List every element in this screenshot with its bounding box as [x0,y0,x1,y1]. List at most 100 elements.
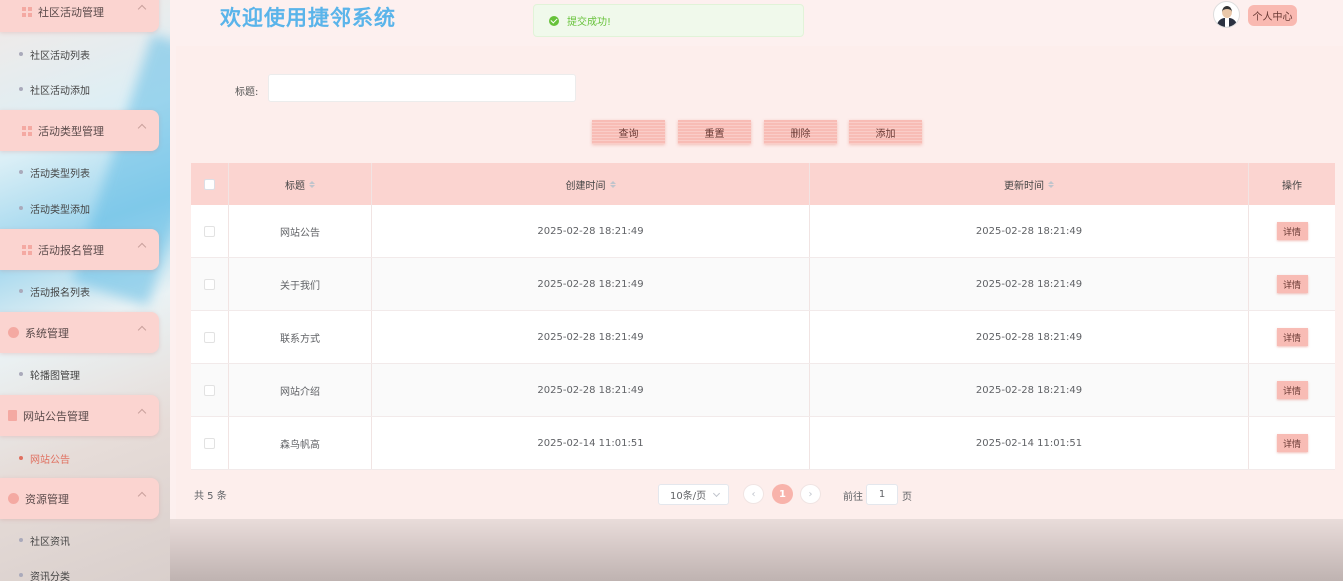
sidebar-group-label: 活动报名管理 [38,243,104,257]
bullet-icon [19,289,23,293]
total-count: 共 5 条 [194,491,227,502]
sidebar-group-label: 资源管理 [25,492,69,506]
updated-cell: 2025-02-28 18:21:49 [810,311,1249,363]
sidebar-item-label: 活动类型列表 [30,168,90,180]
bullet-icon [19,170,23,174]
title-cell: 联系方式 [229,311,372,363]
sort-icon[interactable] [609,180,616,188]
title-search-input[interactable] [268,74,576,102]
page-size-select[interactable]: 10条/页 [658,484,729,505]
detail-button[interactable]: 详情 [1276,222,1308,240]
sidebar-item-label: 资讯分类 [30,571,70,581]
table-row: 网站公告 2025-02-28 18:21:49 2025-02-28 18:2… [191,205,1335,258]
sidebar-item-type-list[interactable]: 活动类型列表 [0,160,159,184]
grid-icon [22,244,32,255]
goto-unit: 页 [902,492,912,503]
toast-message: 提交成功! [567,17,612,28]
title-cell: 网站介绍 [229,364,372,416]
actions-cell: 详情 [1249,417,1335,469]
sidebar-group-label: 网站公告管理 [23,409,89,423]
chevron-up-icon [137,408,147,418]
sidebar-group-label: 社区活动管理 [38,5,104,19]
sidebar-item-signup-list[interactable]: 活动报名列表 [0,279,159,303]
sidebar-group-activity-signup[interactable]: 活动报名管理 [0,229,159,270]
sidebar-group-announcement[interactable]: 网站公告管理 [0,395,159,436]
grid-icon [22,125,32,136]
sidebar-item-label: 网站公告 [30,454,70,466]
sidebar-item-carousel[interactable]: 轮播图管理 [0,362,159,386]
goto-label: 前往 [843,492,863,503]
detail-button[interactable]: 详情 [1276,381,1308,399]
sidebar-group-community-activity[interactable]: 社区活动管理 [0,0,159,32]
sidebar-group-resources[interactable]: 资源管理 [0,478,159,519]
row-checkbox[interactable] [204,331,215,343]
sort-icon[interactable] [309,180,315,188]
header: 欢迎使用捷邻系统 提交成功! 个人中心 [170,0,1343,46]
row-checkbox-cell [191,417,229,469]
created-cell: 2025-02-28 18:21:49 [372,364,810,416]
chevron-up-icon [137,242,147,252]
page-size-value: 10条/页 [670,491,707,502]
created-cell: 2025-02-28 18:21:49 [372,205,810,257]
sidebar-item-label: 活动报名列表 [30,287,90,299]
sidebar-item-news[interactable]: 社区资讯 [0,528,159,552]
column-label: 更新时间 [1004,180,1044,192]
sidebar-item-announcement[interactable]: 网站公告 [0,446,159,470]
detail-button[interactable]: 详情 [1276,434,1308,452]
goto-page-input[interactable] [866,484,898,505]
detail-button[interactable]: 详情 [1276,328,1308,346]
column-label: 标题 [285,180,305,192]
detail-button[interactable]: 详情 [1276,275,1308,293]
select-all-checkbox[interactable] [204,178,215,190]
sidebar-item-label: 社区活动列表 [30,50,90,62]
footer-shadow [170,519,1343,581]
prev-page-button[interactable]: ‹ [743,484,764,504]
chevron-up-icon [137,491,147,501]
sidebar-group-label: 系统管理 [25,326,69,340]
table-row: 森鸟帆高 2025-02-14 11:01:51 2025-02-14 11:0… [191,417,1335,470]
search-label: 标题: [235,87,259,98]
sort-icon[interactable] [1048,180,1054,188]
column-created-header[interactable]: 创建时间 [372,163,810,205]
sidebar-group-activity-type[interactable]: 活动类型管理 [0,110,159,151]
sidebar-item-activity-list[interactable]: 社区活动列表 [0,42,159,66]
query-button[interactable]: 查询 [592,120,665,144]
page-number-current[interactable]: 1 [772,484,793,504]
user-center-button[interactable]: 个人中心 [1248,5,1297,26]
bullet-icon [19,573,23,577]
delete-button[interactable]: 删除 [764,120,837,144]
avatar[interactable] [1213,1,1240,28]
main-panel: 标题: 查询 重置 删除 添加 标题 创建时间 更新时间 操作 网站公告 202… [176,46,1343,519]
table-row: 网站介绍 2025-02-28 18:21:49 2025-02-28 18:2… [191,364,1335,417]
next-page-button[interactable]: › [800,484,821,504]
row-checkbox-cell [191,364,229,416]
updated-cell: 2025-02-28 18:21:49 [810,258,1249,310]
settings-icon [8,493,19,504]
add-button[interactable]: 添加 [849,120,922,144]
sidebar-group-label: 活动类型管理 [38,124,104,138]
sidebar-item-type-add[interactable]: 活动类型添加 [0,196,159,220]
sidebar-group-system[interactable]: 系统管理 [0,312,159,353]
created-cell: 2025-02-28 18:21:49 [372,258,810,310]
chevron-right-icon: › [808,488,813,500]
bullet-icon [19,538,23,542]
header-select-all-cell [191,163,229,205]
row-checkbox[interactable] [204,437,215,449]
table-row: 联系方式 2025-02-28 18:21:49 2025-02-28 18:2… [191,311,1335,364]
sidebar-item-news-category[interactable]: 资讯分类 [0,563,159,581]
row-checkbox[interactable] [204,225,215,237]
chevron-up-icon [137,4,147,14]
column-updated-header[interactable]: 更新时间 [810,163,1249,205]
table-header: 标题 创建时间 更新时间 操作 [191,163,1335,205]
column-title-header[interactable]: 标题 [229,163,372,205]
reset-button[interactable]: 重置 [678,120,751,144]
row-checkbox[interactable] [204,384,215,396]
sidebar-item-activity-add[interactable]: 社区活动添加 [0,77,159,101]
row-checkbox[interactable] [204,278,215,290]
updated-cell: 2025-02-28 18:21:49 [810,364,1249,416]
document-icon [8,410,17,421]
title-cell: 森鸟帆高 [229,417,372,469]
actions-cell: 详情 [1249,364,1335,416]
sidebar-item-label: 活动类型添加 [30,204,90,216]
row-checkbox-cell [191,311,229,363]
